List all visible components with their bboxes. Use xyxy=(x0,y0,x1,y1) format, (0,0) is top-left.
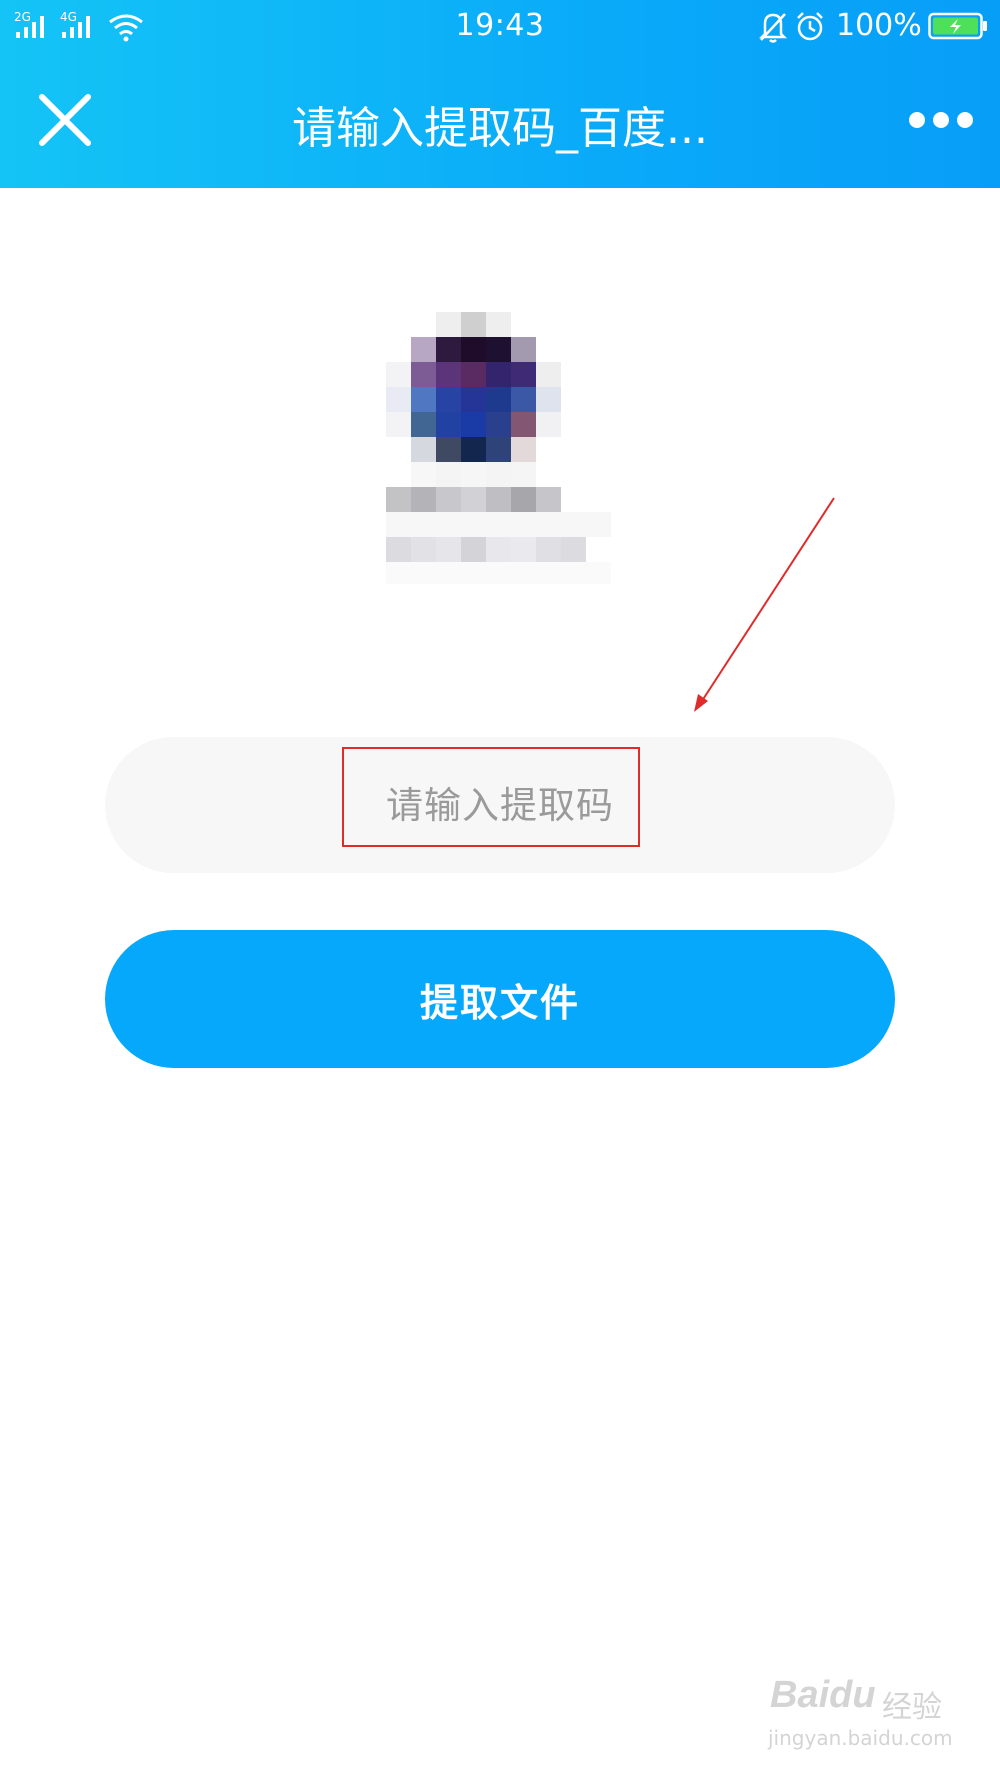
alarm-icon xyxy=(797,12,823,41)
extract-file-button[interactable]: 提取文件 xyxy=(105,930,895,1068)
baidu-jingyan-watermark: Baidu 经验 jingyan.baidu.com xyxy=(762,1668,962,1758)
more-button[interactable] xyxy=(906,100,976,140)
extract-code-input[interactable] xyxy=(105,737,895,873)
extract-code-field[interactable] xyxy=(105,737,895,873)
watermark-url: jingyan.baidu.com xyxy=(768,1726,953,1750)
silent-bell-icon xyxy=(758,13,788,43)
battery-charging-icon xyxy=(928,12,987,40)
annotation-arrow xyxy=(694,497,835,712)
status-bar: 2G 4G 19:43 100% xyxy=(0,0,1000,52)
watermark-brand: Baidu xyxy=(770,1674,876,1716)
battery-percent: 100% xyxy=(836,8,922,43)
more-dots-icon xyxy=(909,112,973,128)
app-header: 2G 4G 19:43 100% 请输入提取码_百度... xyxy=(0,0,1000,188)
page-title: 请输入提取码_百度... xyxy=(292,103,708,154)
title-row: 请输入提取码_百度... xyxy=(0,60,1000,180)
avatar xyxy=(386,312,611,584)
watermark-suffix: 经验 xyxy=(882,1690,942,1725)
